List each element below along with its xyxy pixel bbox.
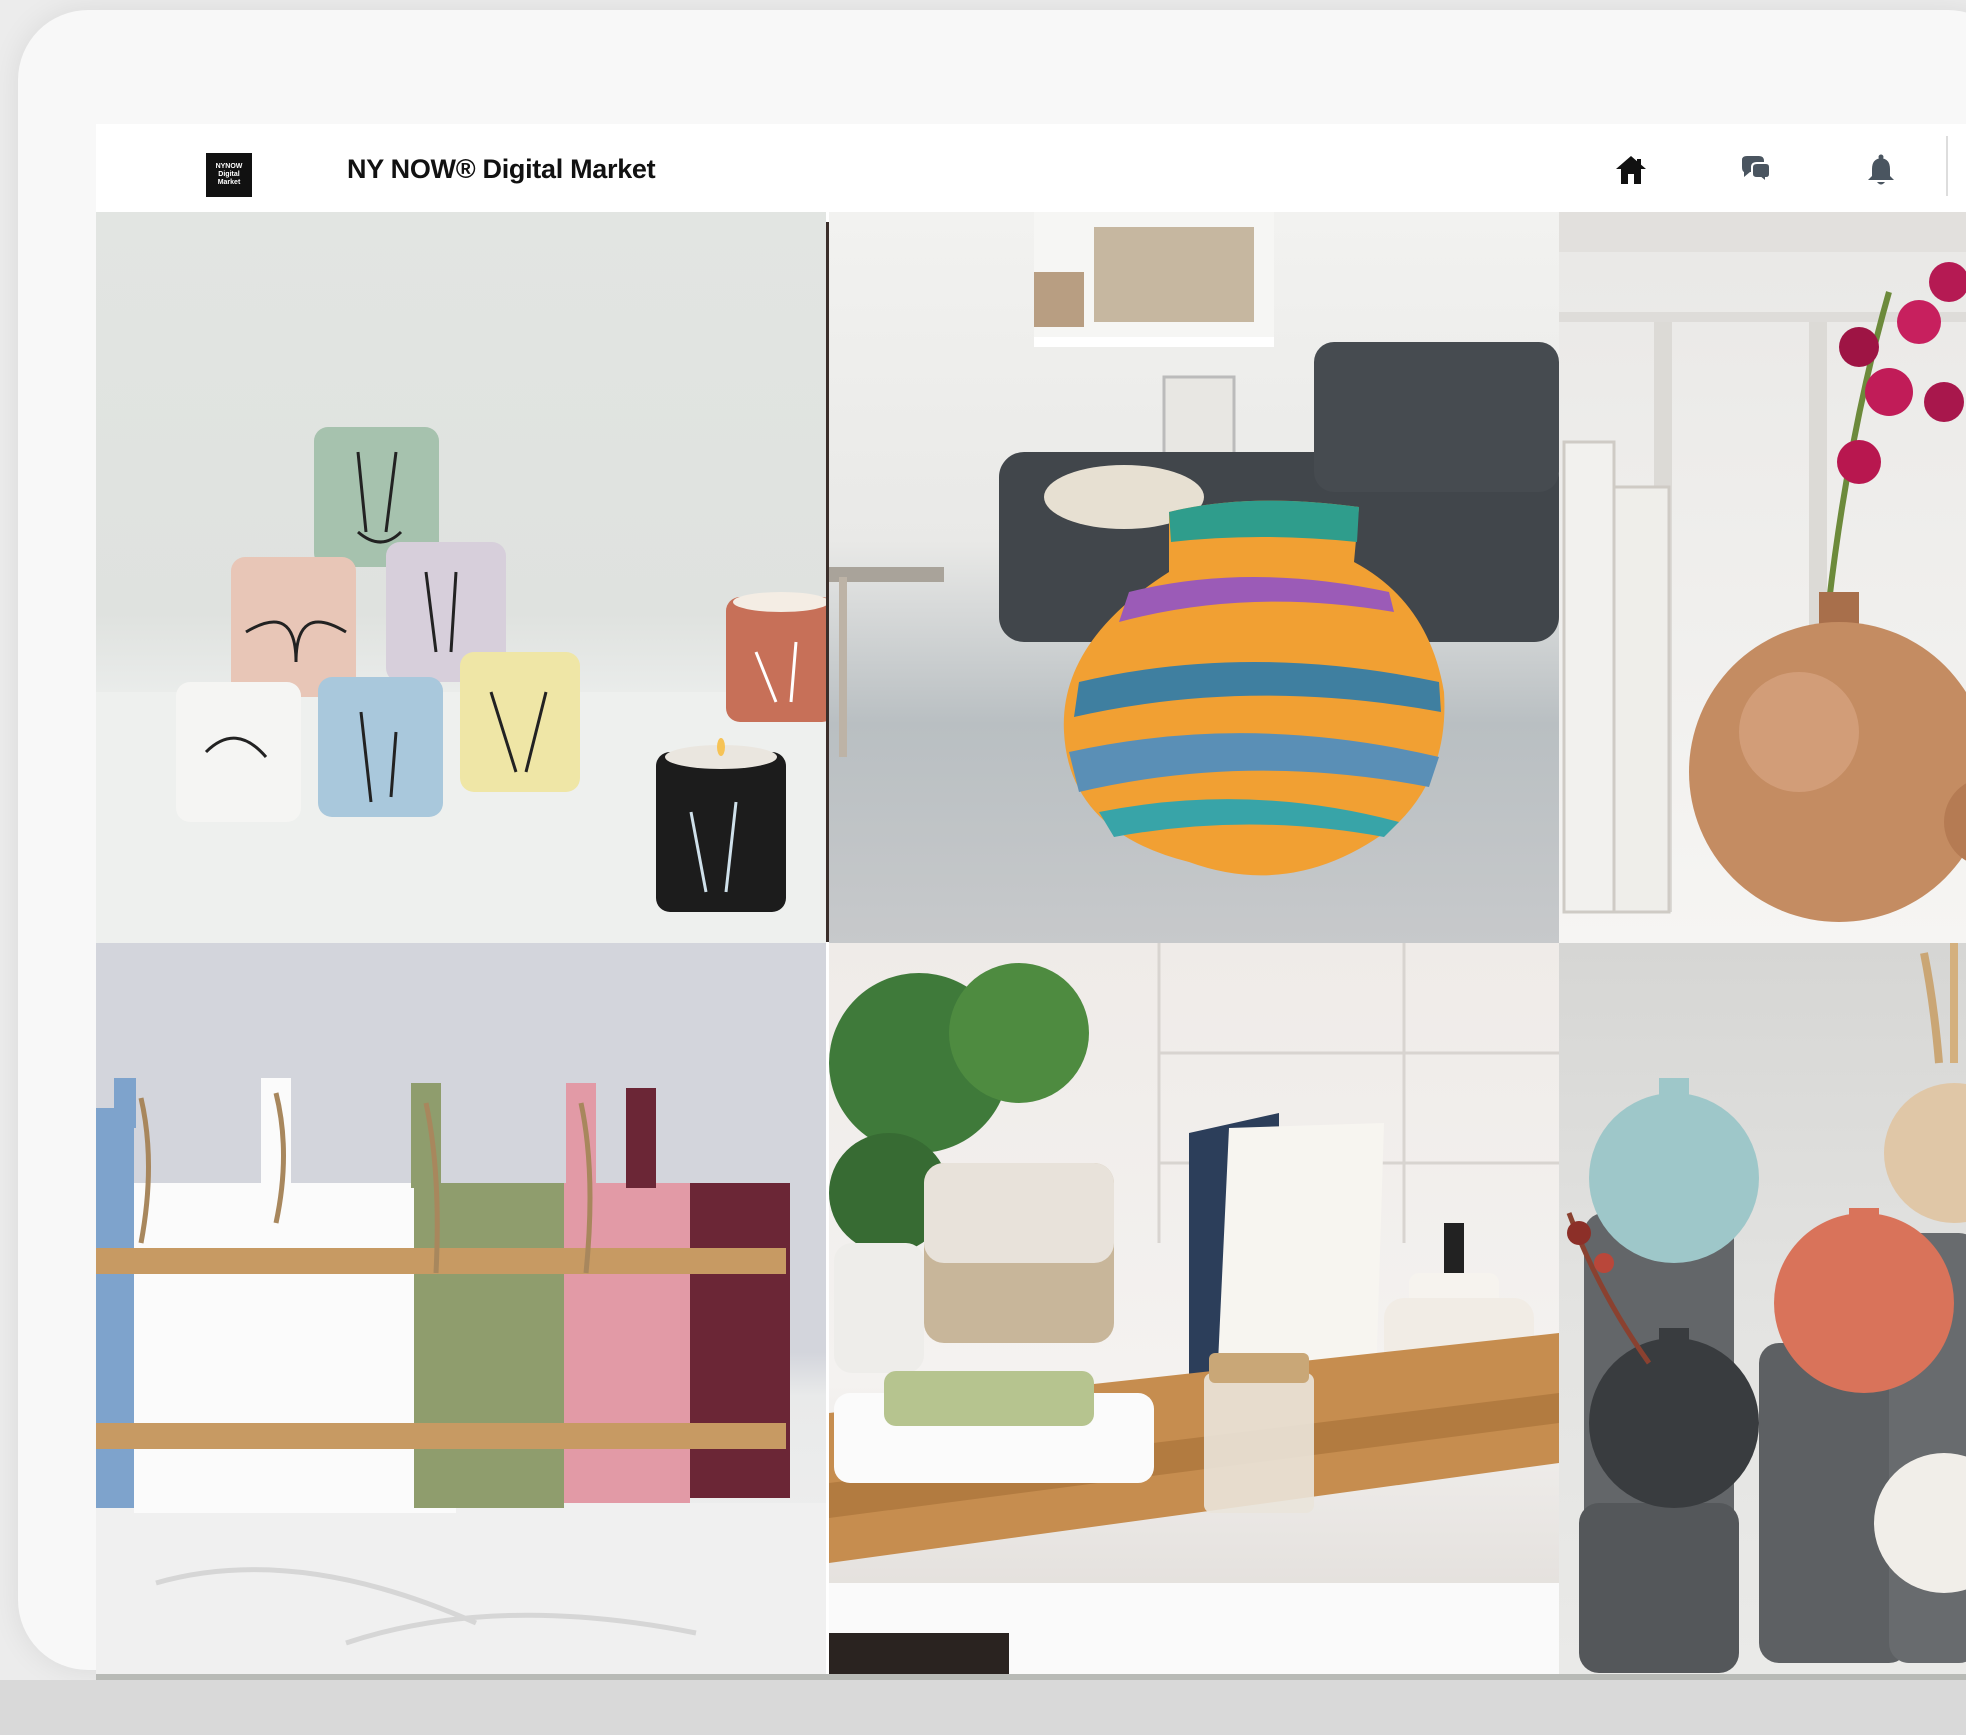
logo-line-2: Digital [218,171,240,178]
logo-line-3: Market [217,179,241,186]
bell-icon[interactable] [1863,152,1899,188]
product-tile-cutting-boards[interactable] [96,943,826,1674]
nav-divider [1946,136,1948,196]
cutting-boards-image [96,1078,826,1674]
chat-bubbles-icon[interactable] [1738,152,1774,188]
product-tile-bath-tray[interactable] [829,943,1559,1674]
top-navigation-bar: NYNOW Digital Market NY NOW® Digital Mar… [96,124,1966,212]
ceramic-vases-image [1566,943,1966,1673]
app-screen: NYNOW Digital Market NY NOW® Digital Mar… [96,124,1966,1682]
copper-vases-image [1559,212,1966,922]
brand-logo[interactable]: NYNOW Digital Market [206,153,252,197]
app-title: NY NOW® Digital Market [347,154,656,184]
home-icon[interactable] [1613,152,1649,188]
product-image-grid [96,212,1966,1682]
product-tile-candles[interactable] [96,212,826,943]
product-tile-ceramic-vases[interactable] [1559,943,1966,1674]
product-tile-woven-basket[interactable] [829,212,1559,943]
product-tile-copper-vases[interactable] [1559,212,1966,943]
device-bottom-edge [0,1680,1966,1735]
candles-image [96,427,826,943]
logo-line-1: NYNOW [215,163,243,170]
bath-tray-image [829,943,1559,1674]
woven-basket-image [829,212,1559,876]
